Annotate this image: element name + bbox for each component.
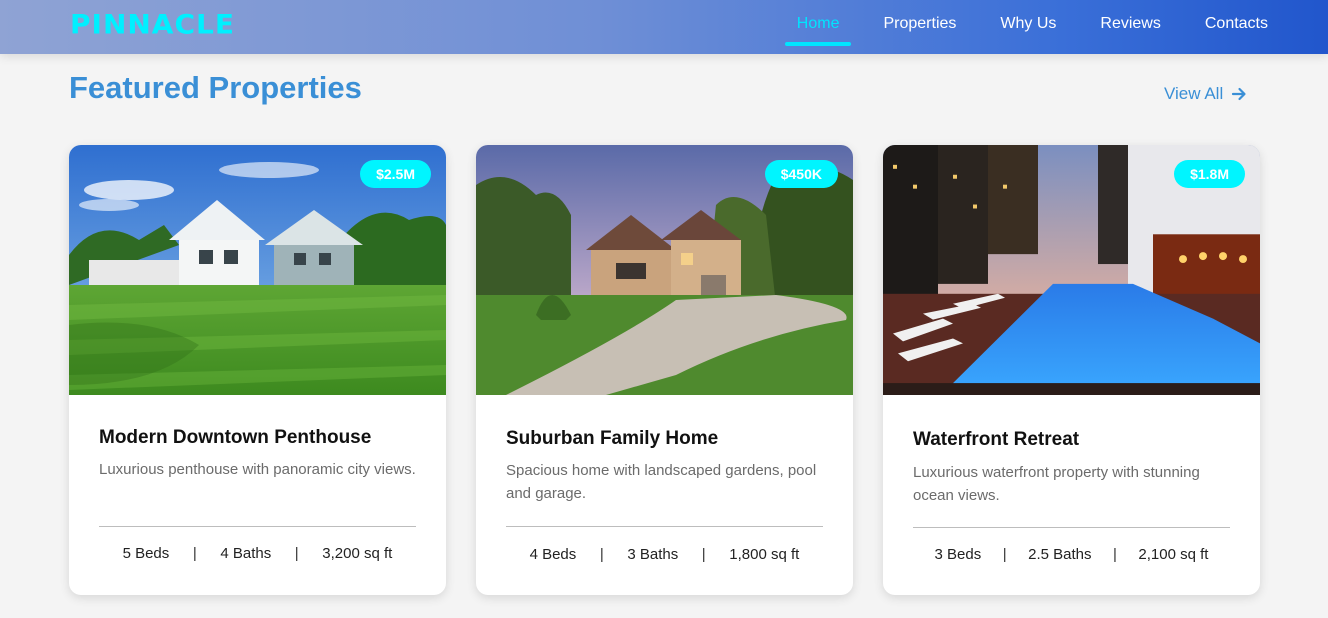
area-value: 3,200 sq ft: [322, 545, 393, 562]
nav-item-reviews[interactable]: Reviews: [1088, 0, 1172, 54]
nav-item-why-us[interactable]: Why Us: [988, 0, 1068, 54]
arrow-right-icon: [1232, 87, 1246, 101]
view-all-label: View All: [1164, 84, 1224, 103]
nav-item-contacts[interactable]: Contacts: [1193, 0, 1280, 54]
property-card[interactable]: $1.8M Waterfront Retreat Luxurious water…: [883, 145, 1260, 595]
section-title: Featured Properties: [69, 70, 362, 105]
spec-separator: |: [1002, 546, 1007, 563]
property-card[interactable]: $2.5M Modern Downtown Penthouse Luxuriou…: [69, 145, 446, 595]
area-value: 2,100 sq ft: [1138, 546, 1209, 563]
card-divider: [506, 526, 823, 527]
property-description: Luxurious penthouse with panoramic city …: [99, 461, 416, 478]
card-divider: [913, 527, 1230, 528]
property-title[interactable]: Modern Downtown Penthouse: [99, 427, 371, 449]
spec-separator: |: [599, 546, 604, 563]
property-specs: 5 Beds | 4 Baths | 3,200 sq ft: [99, 545, 416, 562]
property-title[interactable]: Waterfront Retreat: [913, 429, 1079, 451]
baths-count: 3 Baths: [627, 546, 679, 563]
site-header: PINNACLE Home Properties Why Us Reviews …: [0, 0, 1328, 54]
property-description: Spacious home with landscaped gardens, p…: [506, 462, 817, 502]
nav-item-properties[interactable]: Properties: [871, 0, 968, 54]
card-divider: [99, 526, 416, 527]
baths-count: 2.5 Baths: [1028, 546, 1092, 563]
spec-separator: |: [701, 546, 706, 563]
spec-separator: |: [1113, 546, 1117, 563]
property-title[interactable]: Suburban Family Home: [506, 428, 718, 450]
property-card[interactable]: $450K Suburban Family Home Spacious home…: [476, 145, 853, 595]
beds-count: 5 Beds: [122, 545, 170, 562]
area-value: 1,800 sq ft: [729, 546, 800, 563]
price-badge: $2.5M: [360, 160, 431, 188]
nav-item-home[interactable]: Home: [784, 0, 852, 54]
beds-count: 4 Beds: [529, 546, 577, 563]
property-description: Luxurious waterfront property with stunn…: [913, 464, 1200, 504]
main-nav: Home Properties Why Us Reviews Contacts: [765, 0, 1280, 54]
price-badge: $450K: [764, 160, 838, 188]
spec-separator: |: [294, 545, 299, 562]
property-specs: 4 Beds | 3 Baths | 1,800 sq ft: [506, 546, 823, 563]
baths-count: 4 Baths: [220, 545, 272, 562]
property-specs: 3 Beds | 2.5 Baths | 2,100 sq ft: [913, 546, 1230, 563]
spec-separator: |: [192, 545, 197, 562]
brand-logo[interactable]: PINNACLE: [70, 9, 235, 40]
price-badge: $1.8M: [1174, 160, 1245, 188]
view-all-link[interactable]: View All: [1164, 84, 1247, 104]
beds-count: 3 Beds: [934, 546, 982, 563]
